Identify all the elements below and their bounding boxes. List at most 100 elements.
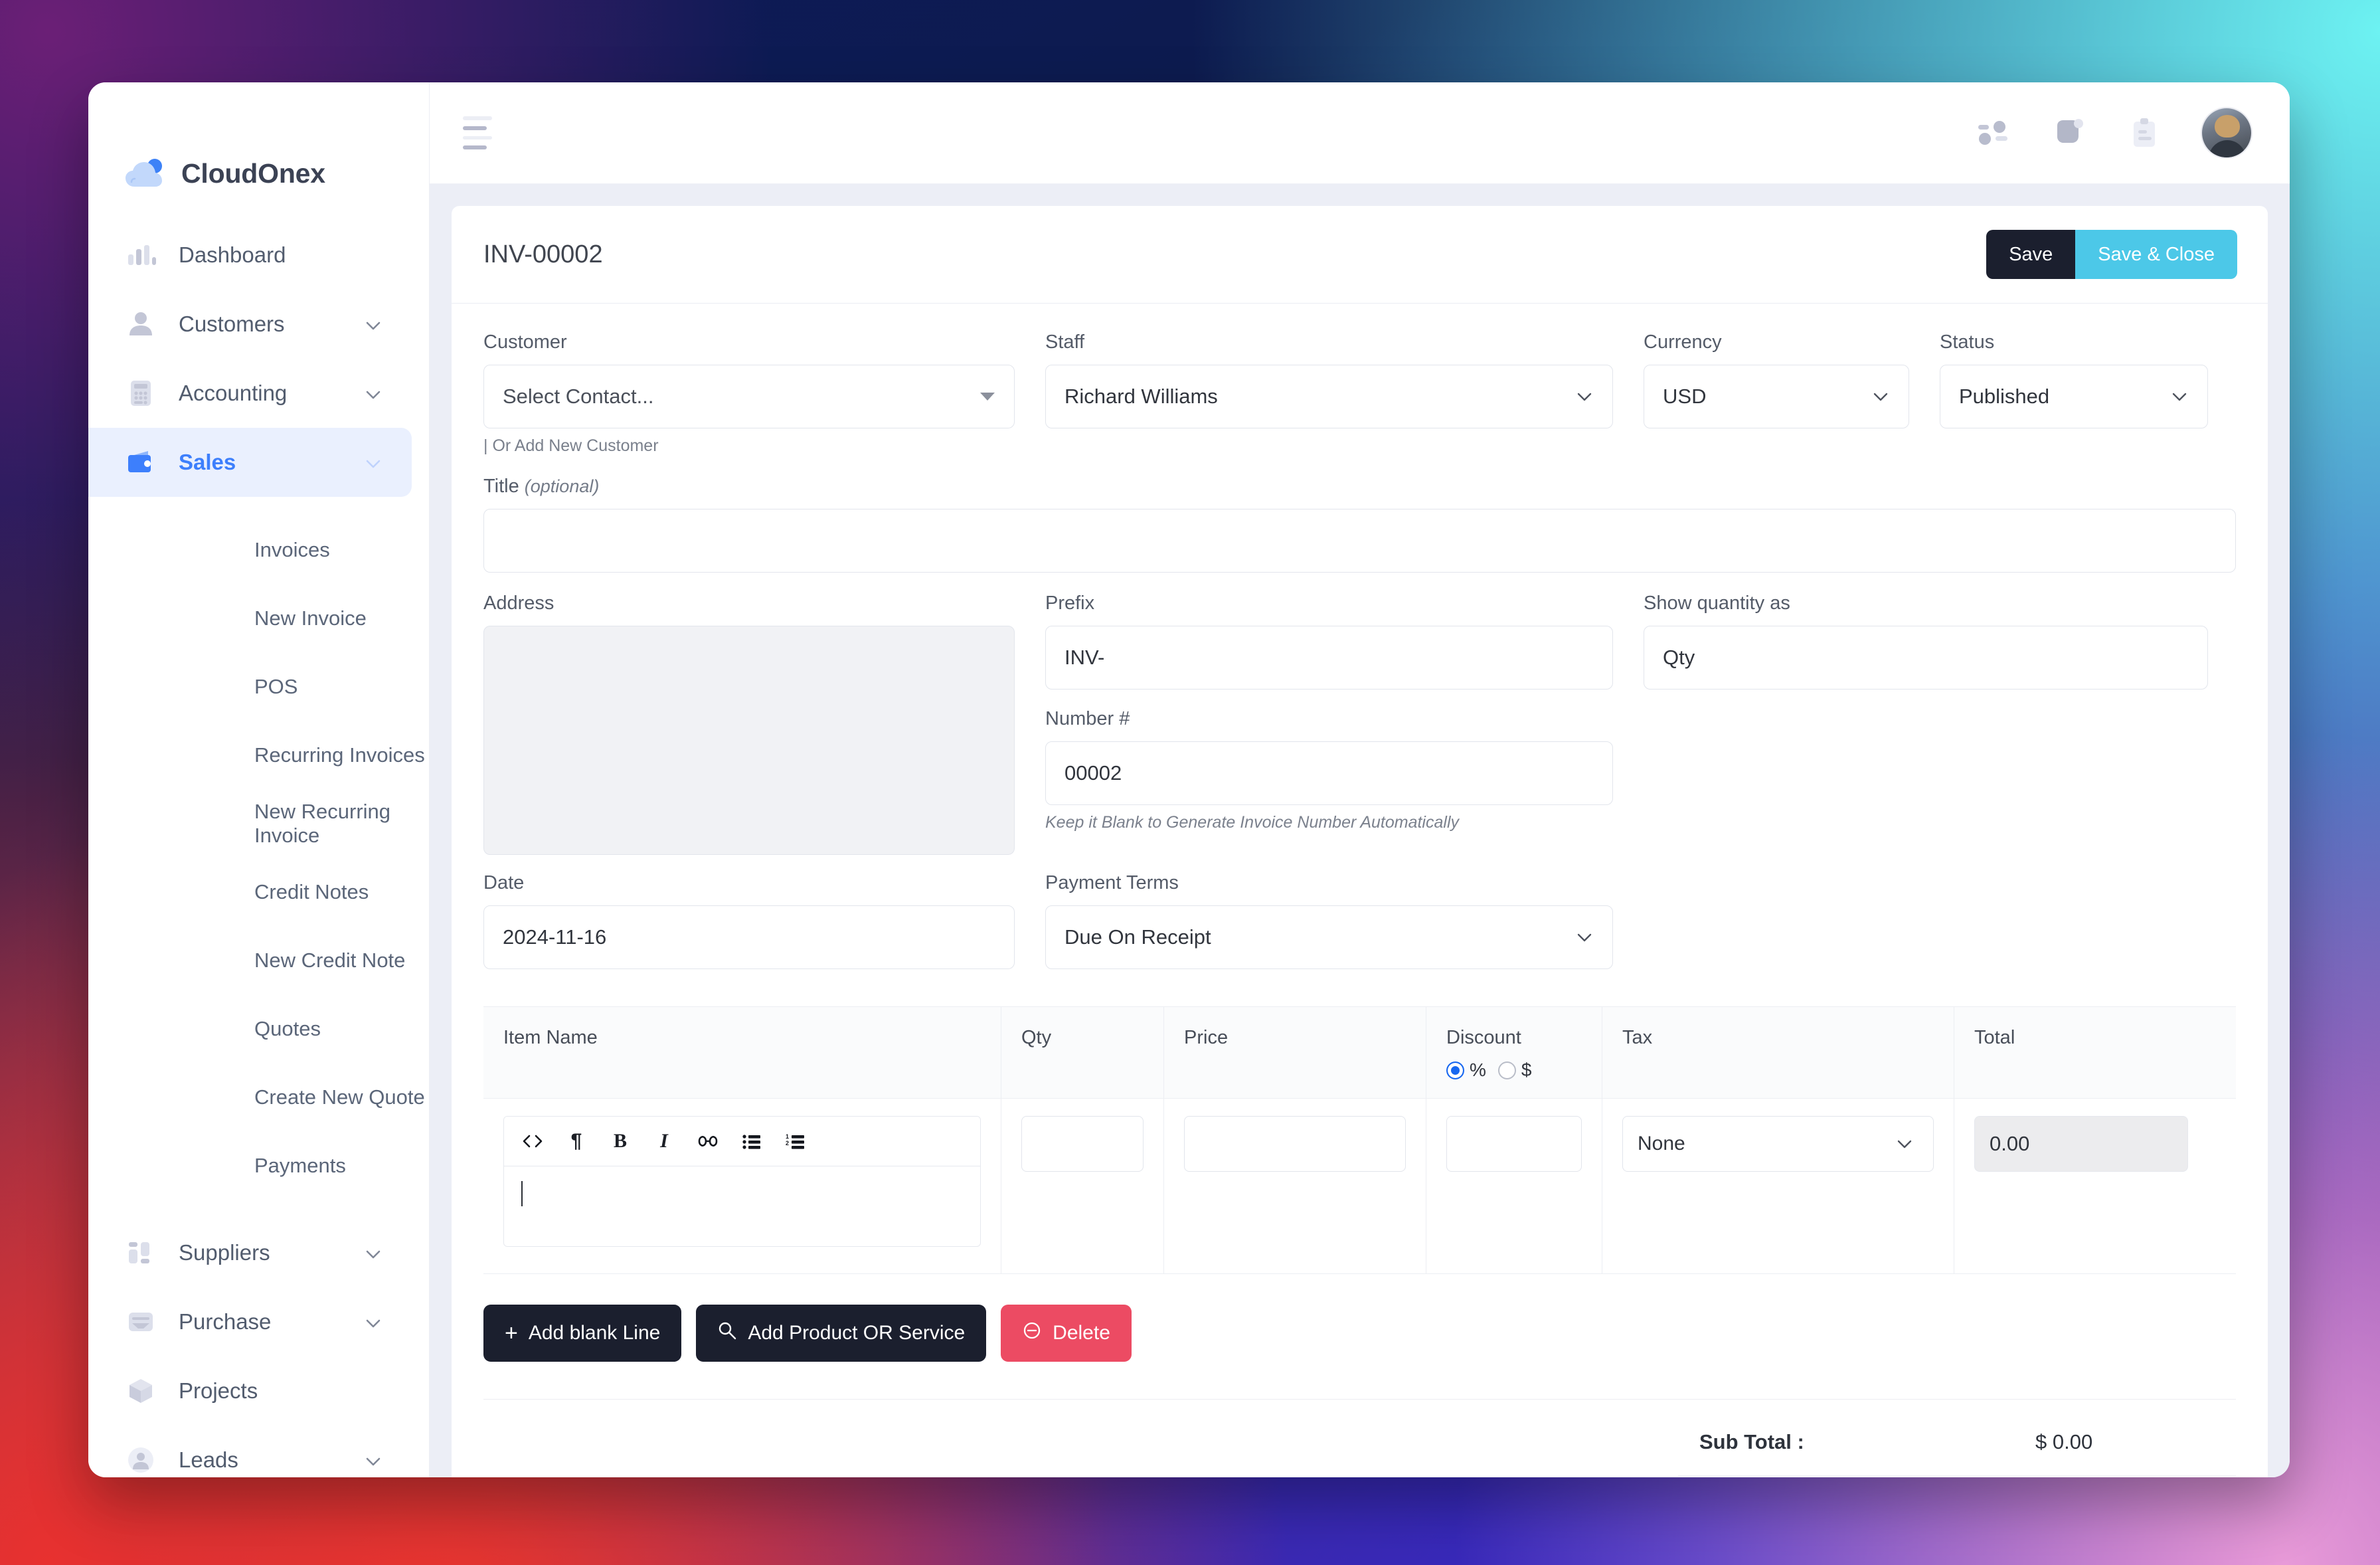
sidebar-subitem-create-new-quote[interactable]: Create New Quote [88,1063,429,1131]
payment-terms-label: Payment Terms [1045,872,1179,893]
number-input[interactable] [1045,741,1613,805]
brand[interactable]: CloudOnex [88,82,429,201]
sidebar-subitem-payments[interactable]: Payments [88,1131,429,1200]
form-row-3: Address Prefix Number # Keep it [483,593,2236,855]
sidebar-nav: Dashboard Customers Accounting Sales Inv… [88,201,429,1477]
column-header-total: Total [1974,1027,2015,1048]
sidebar-subitem-recurring-invoices[interactable]: Recurring Invoices [88,721,429,789]
form-row-4: Date Payment Terms Due On Receipt [483,872,2236,969]
qty-input[interactable] [1021,1116,1144,1172]
field-prefix: Prefix [1045,593,1613,690]
sliders-icon[interactable] [1975,115,2011,151]
paragraph-icon[interactable]: ¶ [554,1121,598,1162]
prefix-input[interactable] [1045,626,1613,690]
title-input[interactable] [483,509,2236,573]
italic-icon[interactable]: I [642,1121,686,1162]
chat-bubble-icon[interactable] [2051,115,2086,151]
code-icon[interactable] [511,1121,554,1162]
price-input[interactable] [1184,1116,1406,1172]
sidebar-item-label: Customers [179,312,285,336]
avatar[interactable] [2202,108,2251,157]
hamburger-bar [463,126,487,130]
field-show-quantity-as: Show quantity as [1644,593,2208,855]
staff-label: Staff [1045,331,1085,353]
address-textarea[interactable] [483,626,1015,855]
app-window: CloudOnex Dashboard Customers Accounting… [88,82,2290,1477]
staff-select[interactable]: Richard Williams [1045,365,1613,428]
add-blank-line-button[interactable]: + Add blank Line [483,1305,682,1362]
discount-input[interactable] [1446,1116,1582,1172]
sidebar-item-label: Sales [179,450,236,474]
show-quantity-input[interactable] [1644,626,2208,690]
sidebar-subitem-invoices[interactable]: Invoices [88,515,429,584]
cube-icon [126,1376,156,1406]
totals-row-subtotal: Sub Total : $ 0.00 [1678,1409,2236,1476]
totals-row-discount: Discount : $ 0.00 [1678,1476,2236,1477]
customer-select[interactable]: Select Contact... [483,365,1015,428]
cell-item-name: ¶ B I 1 2 [483,1099,1001,1273]
sidebar-item-accounting[interactable]: Accounting [88,359,412,428]
form-row-1: Customer Select Contact... | Or Add New … [483,331,2236,456]
cell-tax: None [1602,1099,1954,1273]
link-icon[interactable] [686,1121,730,1162]
chevron-down-icon [364,1313,382,1331]
totals-section: Sub Total : $ 0.00 Discount : $ 0.00 TAX… [483,1400,2236,1477]
add-product-or-service-button[interactable]: Add Product OR Service [696,1305,987,1362]
save-button[interactable]: Save [1986,230,2076,279]
item-name-editor-area[interactable] [504,1166,980,1246]
date-label: Date [483,872,525,893]
sidebar-item-sales[interactable]: Sales [88,428,412,497]
sidebar-item-label: Suppliers [179,1240,270,1265]
date-input[interactable] [483,905,1015,969]
chevron-down-icon [364,1243,382,1262]
rich-text-editor: ¶ B I 1 2 [503,1116,981,1247]
sidebar-subitem-credit-notes[interactable]: Credit Notes [88,858,429,926]
delete-button[interactable]: Delete [1001,1305,1132,1362]
tax-select-value: None [1638,1133,1685,1154]
discount-amount-radio[interactable] [1497,1061,1516,1079]
clipboard-icon[interactable] [2126,115,2162,151]
sidebar-subitem-label: POS [254,674,298,698]
status-select[interactable]: Published [1940,365,2208,428]
sidebar-subitem-new-credit-note[interactable]: New Credit Note [88,926,429,994]
sidebar-subitem-label: Create New Quote [254,1085,425,1109]
sidebar-subitem-quotes[interactable]: Quotes [88,994,429,1063]
discount-percent-radio[interactable] [1446,1061,1464,1079]
discount-header-text: Discount [1446,1027,1521,1048]
tax-select[interactable]: None [1622,1116,1934,1172]
bar-chart-icon [126,240,156,270]
bullet-list-icon[interactable] [730,1121,774,1162]
save-and-close-button[interactable]: Save & Close [2075,230,2237,279]
sidebar-subitem-label: New Recurring Invoice [254,799,391,847]
calculator-icon [126,378,156,409]
currency-select[interactable]: USD [1644,365,1909,428]
discount-percent-label: % [1470,1059,1486,1080]
sidebar-item-projects[interactable]: Projects [88,1356,412,1426]
items-table: Item Name Qty Price Discount % $ Tax Tot… [483,1006,2236,1274]
column-header-item-name: Item Name [483,1007,1001,1098]
sidebar-item-dashboard[interactable]: Dashboard [88,221,412,290]
sidebar-subitem-new-invoice[interactable]: New Invoice [88,584,429,652]
hamburger-icon[interactable] [463,116,503,149]
add-product-label: Add Product OR Service [748,1322,966,1344]
customer-helper[interactable]: | Or Add New Customer [483,436,1015,456]
sidebar-subitem-label: New Invoice [254,606,367,630]
numbered-list-icon[interactable]: 1 2 [774,1121,817,1162]
sidebar-item-leads[interactable]: Leads [88,1426,412,1477]
payment-terms-select[interactable]: Due On Receipt [1045,905,1613,969]
chevron-down-icon [364,453,382,472]
hamburger-bar [463,136,492,140]
sidebar-item-customers[interactable]: Customers [88,290,412,359]
sidebar-subitem-new-recurring-invoice[interactable]: New Recurring Invoice [88,789,429,858]
search-icon [717,1321,737,1346]
field-customer: Customer Select Contact... | Or Add New … [483,331,1015,456]
sidebar-item-suppliers[interactable]: Suppliers [88,1218,412,1287]
sidebar-item-purchase[interactable]: Purchase [88,1287,412,1356]
brand-name: CloudOnex [181,157,325,189]
sidebar-subitem-pos[interactable]: POS [88,652,429,721]
bold-icon[interactable]: B [598,1121,642,1162]
currency-select-wrap: USD [1644,365,1909,428]
delete-label: Delete [1053,1322,1110,1344]
